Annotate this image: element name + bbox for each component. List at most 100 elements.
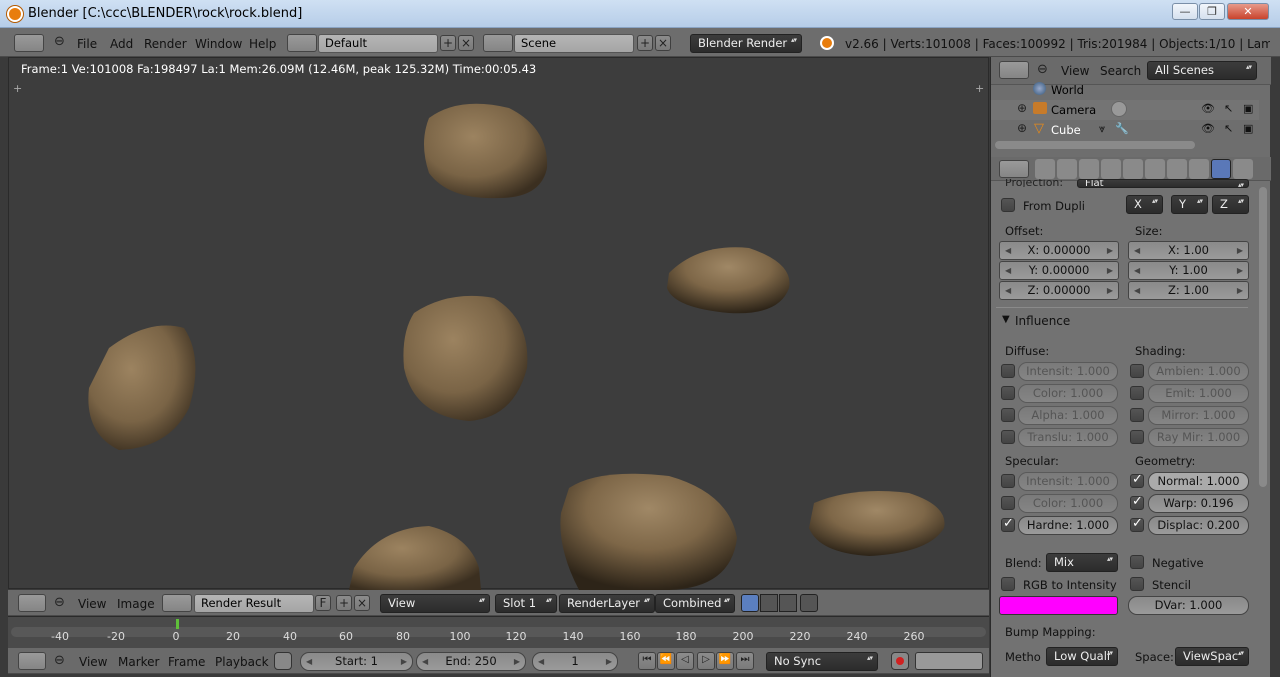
outliner-row[interactable]: World xyxy=(991,80,1259,100)
sync-mode-dropdown[interactable]: No Sync xyxy=(766,652,878,671)
close-button[interactable]: ✕ xyxy=(1227,3,1269,20)
projection-dropdown[interactable]: Flat xyxy=(1077,179,1249,188)
record-icon[interactable] xyxy=(891,652,909,670)
fake-user-button[interactable]: F xyxy=(315,595,331,611)
outliner-scrollbar[interactable] xyxy=(995,141,1195,149)
end-frame-field[interactable]: ◀ End: 250 ▶ xyxy=(416,652,526,671)
data-tab-icon[interactable] xyxy=(1167,159,1187,179)
texture-color-swatch[interactable] xyxy=(999,596,1118,615)
add-layout-icon[interactable]: + xyxy=(440,35,456,51)
size-z-field[interactable]: ◀ Z: 1.00 ▶ xyxy=(1128,281,1249,300)
collapse-menu-icon[interactable]: ⊖ xyxy=(54,595,65,610)
menu-image[interactable]: Image xyxy=(117,597,155,611)
dvar-field[interactable]: DVar: 1.000 xyxy=(1128,596,1249,615)
editor-type-timeline-icon[interactable] xyxy=(18,652,46,670)
offset-y-field[interactable]: ◀ Y: 0.00000 ▶ xyxy=(999,261,1119,280)
menu-add[interactable]: Add xyxy=(110,37,133,51)
shading-mirror-checkbox[interactable] xyxy=(1130,408,1144,422)
unlink-image-icon[interactable]: × xyxy=(354,595,370,611)
size-y-field[interactable]: ◀ Y: 1.00 ▶ xyxy=(1128,261,1249,280)
menu-help[interactable]: Help xyxy=(249,37,276,51)
keying-set-icon[interactable] xyxy=(915,652,983,670)
image-editor-viewport[interactable]: Frame:1 Ve:101008 Fa:198497 La:1 Mem:26.… xyxy=(8,57,989,590)
shading-emit-field[interactable]: Emit: 1.000 xyxy=(1148,384,1249,403)
screen-layout-icon[interactable] xyxy=(287,34,317,52)
from-dupli-checkbox[interactable] xyxy=(1001,198,1015,212)
size-x-field[interactable]: ◀ X: 1.00 ▶ xyxy=(1128,241,1249,260)
jump-keyframe-back-icon[interactable]: ⏪ xyxy=(657,652,675,670)
remove-layout-icon[interactable]: × xyxy=(458,35,474,51)
layout-field[interactable]: Default xyxy=(318,34,438,53)
texture-tab-icon[interactable] xyxy=(1211,159,1231,179)
editor-type-image-icon[interactable] xyxy=(18,594,46,612)
specular-color-checkbox[interactable] xyxy=(1001,496,1015,510)
specular-color-field[interactable]: Color: 1.000 xyxy=(1018,494,1118,513)
properties-scrollbar[interactable] xyxy=(1259,187,1267,487)
collapse-menu-icon[interactable]: ⊖ xyxy=(54,653,65,668)
particles-tab-icon[interactable] xyxy=(1233,159,1253,179)
geometry-warp-checkbox[interactable] xyxy=(1130,494,1144,510)
mapping-x-dropdown[interactable]: X xyxy=(1126,195,1163,214)
maximize-button[interactable]: ❐ xyxy=(1199,3,1225,20)
world-tab-icon[interactable] xyxy=(1079,159,1099,179)
menu-view[interactable]: View xyxy=(78,597,106,611)
editor-type-info-icon[interactable] xyxy=(14,34,44,52)
start-frame-field[interactable]: ◀ Start: 1 ▶ xyxy=(300,652,413,671)
outliner-row[interactable]: ⊕ ▽ Cube ⩔ 🔧 👁 ↖ ▣ xyxy=(991,120,1259,140)
timeline-ruler[interactable]: -40 -20 0 20 40 60 80 100 120 140 160 18… xyxy=(8,616,989,648)
menu-view[interactable]: View xyxy=(79,655,107,669)
menu-search[interactable]: Search xyxy=(1100,64,1141,78)
diffuse-color-checkbox[interactable] xyxy=(1001,386,1015,400)
shading-raymirror-field[interactable]: Ray Mir: 1.000 xyxy=(1148,428,1249,447)
display-mode-dropdown[interactable]: View xyxy=(380,594,490,613)
play-reverse-icon[interactable]: ◁ xyxy=(676,652,694,670)
render-engine-dropdown[interactable]: Blender Render xyxy=(690,34,802,53)
stencil-checkbox[interactable] xyxy=(1130,577,1144,591)
rgb-to-intensity-checkbox[interactable] xyxy=(1001,577,1015,591)
material-tab-icon[interactable] xyxy=(1189,159,1209,179)
selectability-cursor-icon[interactable]: ↖ xyxy=(1224,122,1233,135)
geometry-warp-field[interactable]: Warp: 0.196 xyxy=(1148,494,1249,513)
geometry-normal-field[interactable]: Normal: 1.000 xyxy=(1148,472,1249,491)
bump-space-dropdown[interactable]: ViewSpac xyxy=(1175,647,1249,666)
menu-frame[interactable]: Frame xyxy=(168,655,205,669)
render-tab-icon[interactable] xyxy=(1035,159,1055,179)
image-browse-icon[interactable] xyxy=(162,594,192,612)
diffuse-alpha-checkbox[interactable] xyxy=(1001,408,1015,422)
scene-icon[interactable] xyxy=(483,34,513,52)
preview-range-icon[interactable] xyxy=(274,652,292,670)
add-scene-icon[interactable]: + xyxy=(637,35,653,51)
display-filter-dropdown[interactable]: All Scenes xyxy=(1147,61,1257,80)
diffuse-translucency-field[interactable]: Translu: 1.000 xyxy=(1018,428,1118,447)
menu-window[interactable]: Window xyxy=(195,37,242,51)
collapse-menu-icon[interactable]: ⊖ xyxy=(54,34,65,49)
minimize-button[interactable]: — xyxy=(1172,3,1198,20)
geometry-normal-checkbox[interactable] xyxy=(1130,472,1144,488)
menu-marker[interactable]: Marker xyxy=(118,655,159,669)
shading-raymirror-checkbox[interactable] xyxy=(1130,430,1144,444)
new-image-icon[interactable]: + xyxy=(336,595,352,611)
bump-method-dropdown[interactable]: Low Quali xyxy=(1046,647,1118,666)
panel-collapse-icon[interactable]: ▼ xyxy=(1002,314,1010,325)
image-name-field[interactable]: Render Result xyxy=(194,594,314,613)
jump-start-icon[interactable]: ⏮ xyxy=(638,652,656,670)
offset-z-field[interactable]: ◀ Z: 0.00000 ▶ xyxy=(999,281,1119,300)
diffuse-translucency-checkbox[interactable] xyxy=(1001,430,1015,444)
play-icon[interactable]: ▷ xyxy=(697,652,715,670)
menu-view[interactable]: View xyxy=(1061,64,1089,78)
editor-type-outliner-icon[interactable] xyxy=(999,61,1029,79)
expand-icon[interactable]: ⊕ xyxy=(1017,121,1027,135)
menu-playback[interactable]: Playback xyxy=(215,655,269,669)
jump-end-icon[interactable]: ⏭ xyxy=(736,652,754,670)
blend-mode-dropdown[interactable]: Mix xyxy=(1046,553,1118,572)
specular-hardness-checkbox[interactable] xyxy=(1001,516,1015,532)
z-buffer-icon[interactable] xyxy=(779,594,797,612)
editor-type-properties-icon[interactable] xyxy=(999,160,1029,178)
shading-ambient-checkbox[interactable] xyxy=(1130,364,1144,378)
modifiers-tab-icon[interactable] xyxy=(1145,159,1165,179)
diffuse-intensity-checkbox[interactable] xyxy=(1001,364,1015,378)
diffuse-alpha-field[interactable]: Alpha: 1.000 xyxy=(1018,406,1118,425)
outliner-row[interactable]: ⊕ Camera 👁 ↖ ▣ xyxy=(991,100,1259,120)
visibility-eye-icon[interactable]: 👁 xyxy=(1201,122,1215,135)
geometry-displace-field[interactable]: Displac: 0.200 xyxy=(1148,516,1249,535)
